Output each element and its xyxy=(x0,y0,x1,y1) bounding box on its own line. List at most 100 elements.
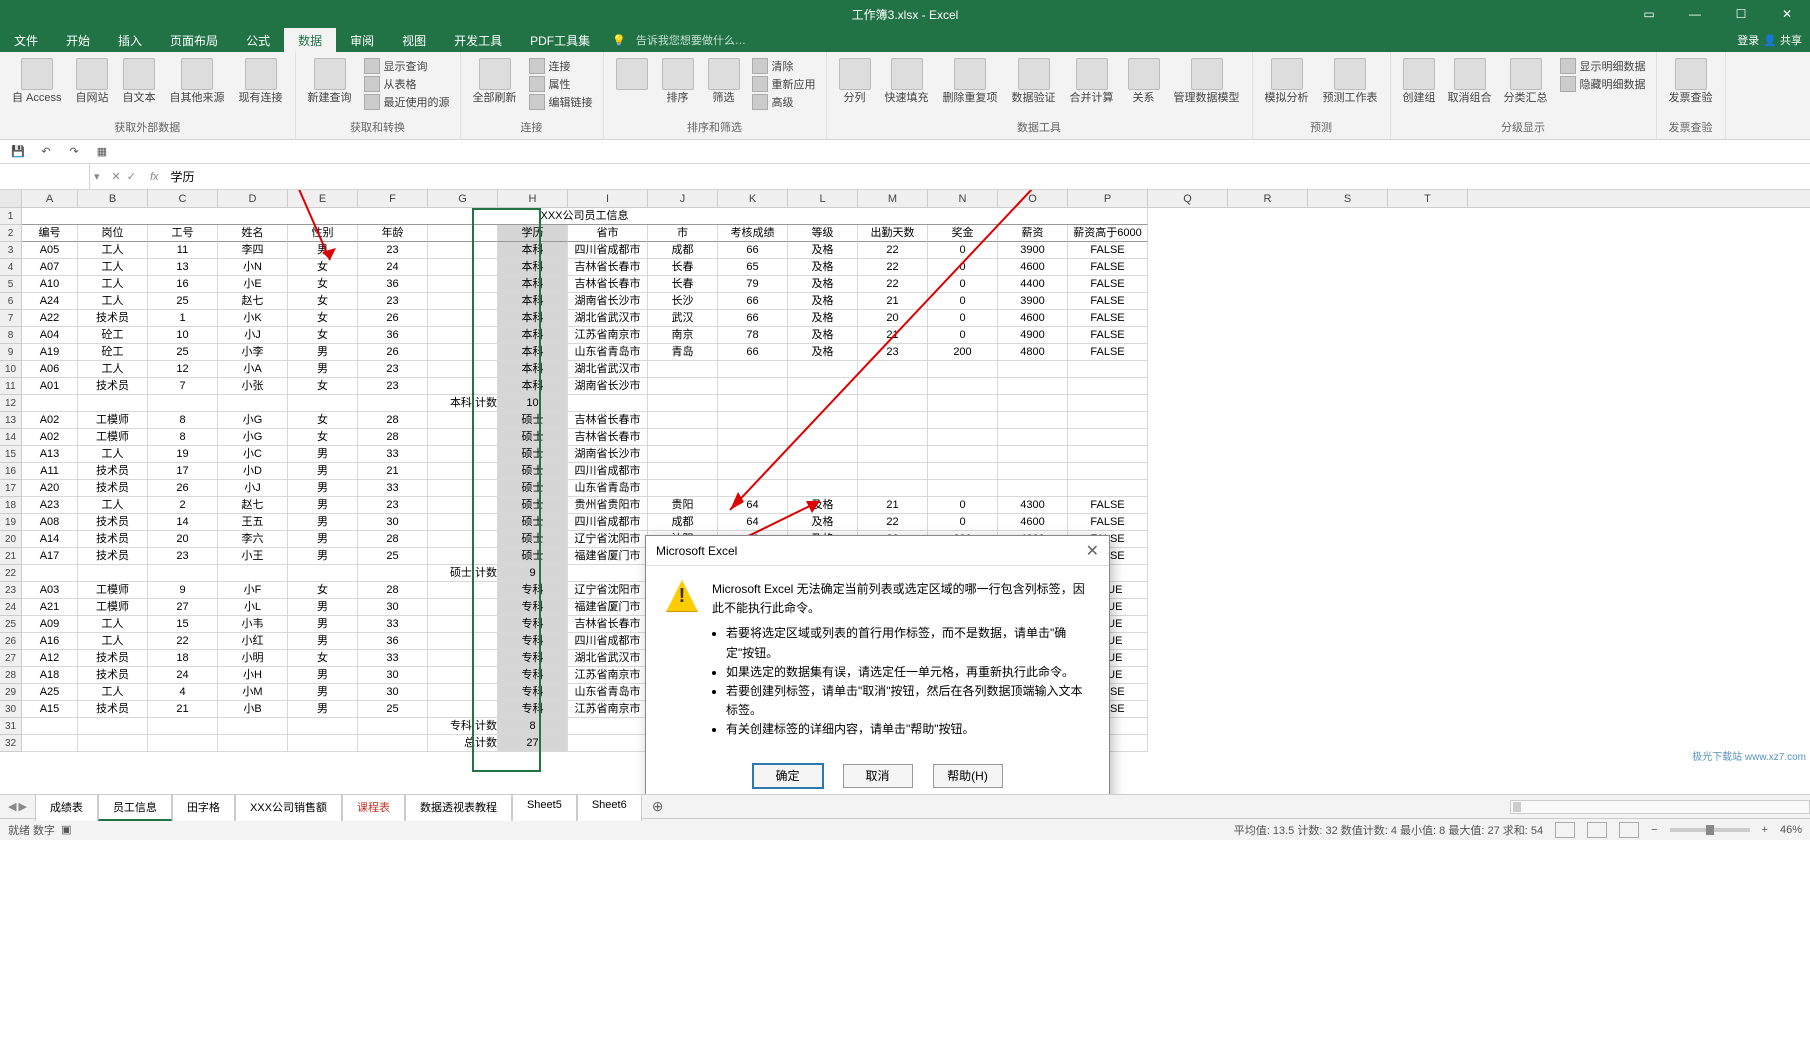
ribbon-button[interactable]: 管理数据模型 xyxy=(1168,56,1246,107)
cell[interactable]: 27 xyxy=(498,735,568,752)
column-header[interactable]: H xyxy=(498,190,568,207)
cell[interactable]: 四川省成都市 xyxy=(568,514,648,531)
cell[interactable]: 79 xyxy=(718,276,788,293)
cell[interactable] xyxy=(78,735,148,752)
row-header[interactable]: 2 xyxy=(0,225,22,242)
menu-tab-9[interactable]: PDF工具集 xyxy=(516,28,604,53)
cell[interactable]: 小M xyxy=(218,684,288,701)
cell[interactable]: 4400 xyxy=(998,276,1068,293)
cell[interactable] xyxy=(1068,429,1148,446)
cell[interactable]: 工模师 xyxy=(78,599,148,616)
cell[interactable]: 技术员 xyxy=(78,463,148,480)
ribbon-button[interactable]: 自文本 xyxy=(117,56,162,107)
column-header[interactable]: G xyxy=(428,190,498,207)
cell[interactable] xyxy=(428,463,498,480)
cell[interactable]: 及格 xyxy=(788,276,858,293)
cell[interactable]: 专科 xyxy=(498,599,568,616)
refresh-all-button[interactable]: 全部刷新 xyxy=(467,56,523,107)
cell[interactable]: 辽宁省沈阳市 xyxy=(568,531,648,548)
ribbon-item[interactable]: 连接 xyxy=(529,58,593,74)
cell[interactable]: 硕士 xyxy=(498,480,568,497)
menu-tab-0[interactable]: 文件 xyxy=(0,28,52,53)
cell[interactable]: 工人 xyxy=(78,242,148,259)
cell[interactable]: 女 xyxy=(288,327,358,344)
ribbon-button[interactable]: 快速填充 xyxy=(879,56,935,107)
cell[interactable] xyxy=(428,429,498,446)
cell[interactable] xyxy=(218,565,288,582)
ribbon-button[interactable]: 删除重复项 xyxy=(937,56,1004,107)
cell[interactable]: 技术员 xyxy=(78,548,148,565)
cell[interactable]: 湖南省长沙市 xyxy=(568,378,648,395)
cell[interactable] xyxy=(1068,361,1148,378)
cell[interactable]: 25 xyxy=(358,701,428,718)
cell[interactable] xyxy=(288,718,358,735)
cell[interactable]: 长春 xyxy=(648,276,718,293)
cell[interactable]: 吉林省长春市 xyxy=(568,276,648,293)
cell[interactable] xyxy=(998,412,1068,429)
cell[interactable]: 江苏省南京市 xyxy=(568,327,648,344)
cell[interactable]: 33 xyxy=(358,446,428,463)
ribbon-button[interactable]: 预测工作表 xyxy=(1317,56,1384,107)
ribbon-button[interactable]: 发票查验 xyxy=(1663,56,1719,107)
cell[interactable]: 66 xyxy=(718,344,788,361)
cell[interactable] xyxy=(648,480,718,497)
cell[interactable] xyxy=(428,361,498,378)
cell[interactable] xyxy=(218,735,288,752)
sheet-tab[interactable]: 数据透视表教程 xyxy=(405,794,512,821)
cell[interactable]: 3900 xyxy=(998,293,1068,310)
ribbon-item[interactable]: 隐藏明细数据 xyxy=(1560,76,1646,92)
row-header[interactable]: 3 xyxy=(0,242,22,259)
cell[interactable] xyxy=(788,446,858,463)
cell[interactable]: 2 xyxy=(148,497,218,514)
ribbon-item[interactable]: 重新应用 xyxy=(752,76,816,92)
cell[interactable]: 福建省厦门市 xyxy=(568,599,648,616)
row-header[interactable]: 32 xyxy=(0,735,22,752)
ribbon-button[interactable]: 合并计算 xyxy=(1064,56,1120,107)
cell[interactable]: 25 xyxy=(148,344,218,361)
cell[interactable] xyxy=(998,446,1068,463)
cell[interactable]: 及格 xyxy=(788,497,858,514)
column-header[interactable]: E xyxy=(288,190,358,207)
cell[interactable]: 小B xyxy=(218,701,288,718)
cell[interactable]: FALSE xyxy=(1068,276,1148,293)
cell[interactable] xyxy=(718,480,788,497)
cell[interactable]: 0 xyxy=(928,514,998,531)
cell[interactable]: 27 xyxy=(148,599,218,616)
cell[interactable]: 10 xyxy=(148,327,218,344)
cell[interactable] xyxy=(428,667,498,684)
cell[interactable]: 11 xyxy=(148,242,218,259)
sheet-tab[interactable]: 田字格 xyxy=(172,794,235,821)
cell[interactable] xyxy=(358,395,428,412)
cell[interactable] xyxy=(998,378,1068,395)
cell[interactable]: 贵州省贵阳市 xyxy=(568,497,648,514)
cell[interactable]: 技术员 xyxy=(78,514,148,531)
ribbon-item[interactable]: 编辑链接 xyxy=(529,94,593,110)
row-header[interactable]: 11 xyxy=(0,378,22,395)
cell[interactable]: 技术员 xyxy=(78,650,148,667)
page-layout-view-icon[interactable] xyxy=(1587,822,1607,838)
cell[interactable]: A18 xyxy=(22,667,78,684)
menu-tab-8[interactable]: 开发工具 xyxy=(440,28,516,53)
cell[interactable]: 长春 xyxy=(648,259,718,276)
cell[interactable]: 23 xyxy=(148,548,218,565)
cell[interactable]: 硕士 xyxy=(498,514,568,531)
cell[interactable] xyxy=(928,480,998,497)
fx-icon[interactable]: fx xyxy=(144,171,165,183)
cell[interactable]: 专科 xyxy=(498,650,568,667)
cell[interactable]: 36 xyxy=(358,327,428,344)
cell[interactable]: A17 xyxy=(22,548,78,565)
column-header[interactable]: K xyxy=(718,190,788,207)
share-button[interactable]: 👤 共享 xyxy=(1763,32,1802,48)
cell[interactable] xyxy=(428,531,498,548)
macro-record-icon[interactable]: ▣ xyxy=(61,823,71,836)
cell[interactable] xyxy=(928,361,998,378)
sort-az-button[interactable] xyxy=(610,56,654,94)
ribbon-button[interactable]: 现有连接 xyxy=(233,56,289,107)
cell[interactable]: 28 xyxy=(358,429,428,446)
cell[interactable] xyxy=(858,480,928,497)
cell[interactable]: 本科 xyxy=(498,293,568,310)
cell[interactable]: 工模师 xyxy=(78,429,148,446)
ribbon-button[interactable]: 自 Access xyxy=(6,56,68,107)
cell[interactable] xyxy=(22,718,78,735)
cell[interactable]: 0 xyxy=(928,293,998,310)
